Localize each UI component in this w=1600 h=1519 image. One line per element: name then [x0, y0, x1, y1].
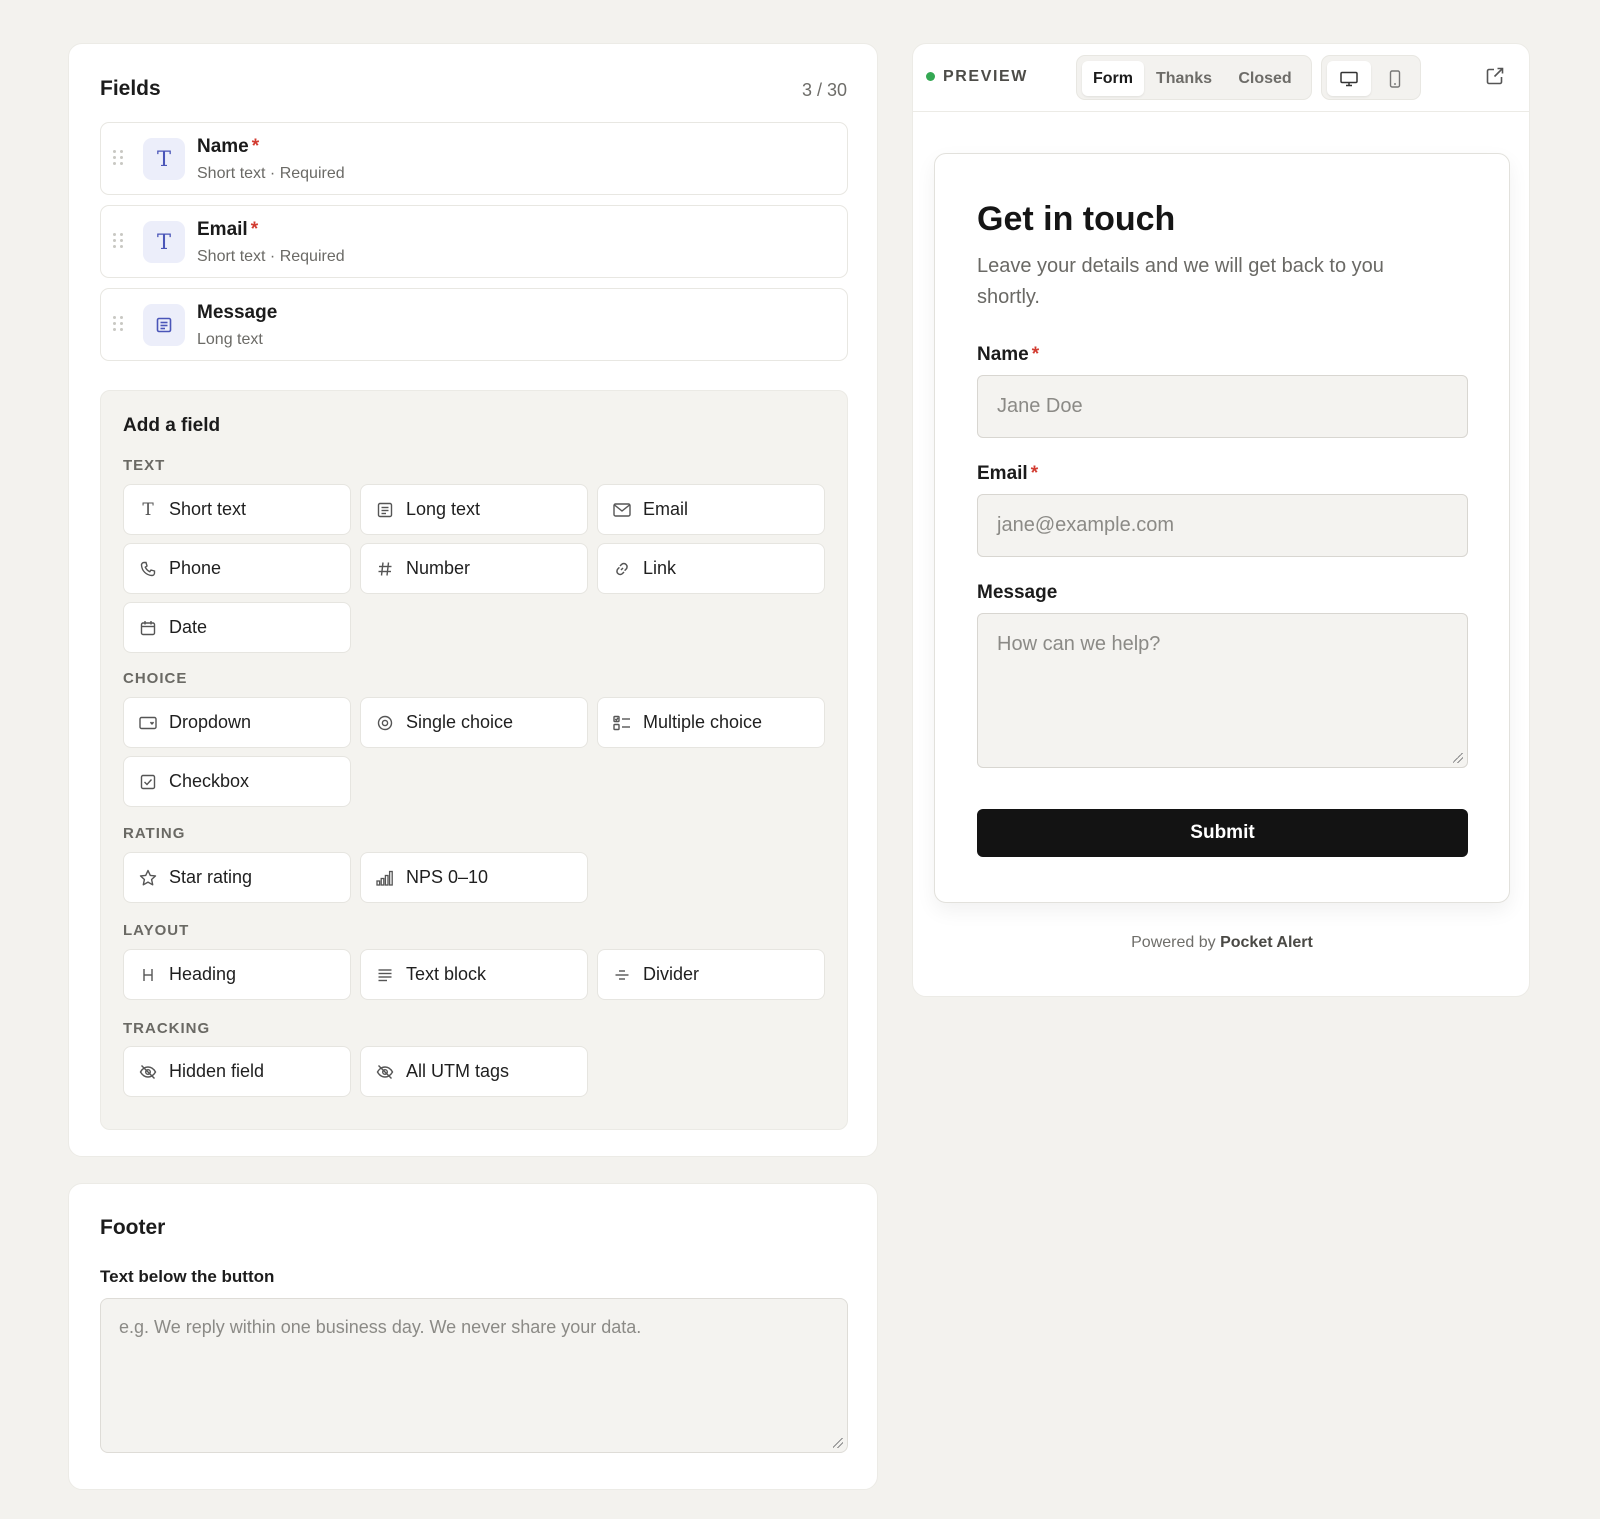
add-long-text-button[interactable]: Long text [360, 484, 588, 535]
drag-handle-icon[interactable] [113, 150, 123, 166]
resize-handle-icon[interactable] [833, 1438, 843, 1448]
field-row-name[interactable]: T Name * Short text · Required [100, 122, 848, 195]
star-icon [138, 868, 158, 888]
email-input[interactable]: jane@example.com [977, 494, 1468, 557]
group-label-rating: RATING [123, 825, 186, 842]
calendar-icon [138, 618, 158, 638]
add-star-rating-button[interactable]: Star rating [123, 852, 351, 903]
form-title: Get in touch [977, 200, 1176, 238]
add-divider-button[interactable]: Divider [597, 949, 825, 1000]
required-mark: * [1030, 463, 1039, 484]
field-subtitle: Short text · Required [197, 165, 345, 182]
desktop-icon [1340, 71, 1358, 86]
field-row-email[interactable]: T Email * Short text · Required [100, 205, 848, 278]
fields-title: Fields [100, 77, 161, 100]
footer-text-placeholder: e.g. We reply within one business day. W… [119, 1317, 642, 1337]
name-label: Name * [977, 344, 1040, 365]
checkbox-icon [138, 772, 158, 792]
mail-icon [612, 500, 632, 520]
text-type-icon: T [142, 499, 154, 520]
preview-tabs: Form Thanks Closed [1076, 55, 1312, 100]
text-block-icon [375, 965, 395, 985]
add-utm-tags-button[interactable]: All UTM tags [360, 1046, 588, 1097]
group-label-text: TEXT [123, 457, 166, 474]
eye-off-icon [375, 1062, 395, 1082]
device-toggle [1321, 55, 1421, 100]
field-subtitle: Short text · Required [197, 248, 345, 265]
preview-label: PREVIEW [943, 68, 1028, 85]
preview-toolbar: PREVIEW Form Thanks Closed [913, 44, 1529, 112]
text-type-icon: T [143, 138, 185, 180]
email-label: Email * [977, 463, 1039, 484]
field-subtitle: Long text [197, 331, 263, 348]
tab-closed[interactable]: Closed [1225, 61, 1305, 96]
add-email-button[interactable]: Email [597, 484, 825, 535]
mobile-view-button[interactable] [1373, 61, 1417, 96]
preview-card: PREVIEW Form Thanks Closed Get in touch … [912, 43, 1530, 997]
field-name: Email * [197, 219, 259, 240]
add-single-choice-button[interactable]: Single choice [360, 697, 588, 748]
group-label-layout: LAYOUT [123, 922, 190, 939]
add-link-button[interactable]: Link [597, 543, 825, 594]
add-date-button[interactable]: Date [123, 602, 351, 653]
live-status-dot [926, 72, 935, 81]
message-label: Message [977, 582, 1058, 603]
name-input[interactable]: Jane Doe [977, 375, 1468, 438]
add-checkbox-button[interactable]: Checkbox [123, 756, 351, 807]
dropdown-icon [138, 713, 158, 733]
add-field-title: Add a field [123, 415, 221, 436]
long-text-icon [375, 500, 395, 520]
add-hidden-field-button[interactable]: Hidden field [123, 1046, 351, 1097]
form-preview: Get in touch Leave your details and we w… [934, 153, 1510, 903]
message-input[interactable]: How can we help? [977, 613, 1468, 768]
tab-thanks[interactable]: Thanks [1147, 61, 1221, 96]
eye-off-icon [138, 1062, 158, 1082]
footer-text-label: Text below the button [100, 1267, 275, 1286]
field-row-message[interactable]: Message Long text [100, 288, 848, 361]
required-mark: * [251, 136, 260, 157]
add-heading-button[interactable]: Heading [123, 949, 351, 1000]
add-field-panel: Add a field TEXT T Short text Long text … [100, 390, 848, 1130]
form-description: Leave your details and we will get back … [977, 255, 1384, 308]
required-mark: * [250, 219, 259, 240]
footer-title: Footer [100, 1216, 166, 1239]
field-name: Name * [197, 136, 260, 157]
drag-handle-icon[interactable] [113, 316, 123, 332]
add-nps-button[interactable]: NPS 0–10 [360, 852, 588, 903]
powered-by: Powered by Pocket Alert [1131, 934, 1313, 951]
link-icon [612, 559, 632, 579]
open-external-icon[interactable] [1485, 66, 1507, 88]
submit-button[interactable]: Submit [977, 809, 1468, 857]
long-text-icon [143, 304, 185, 346]
fields-count: 3 / 30 [801, 80, 847, 100]
drag-handle-icon[interactable] [113, 233, 123, 249]
heading-icon [138, 965, 158, 985]
tab-form[interactable]: Form [1082, 61, 1144, 96]
hash-icon [375, 559, 395, 579]
field-name: Message [197, 302, 278, 323]
add-phone-button[interactable]: Phone [123, 543, 351, 594]
add-number-button[interactable]: Number [360, 543, 588, 594]
add-text-block-button[interactable]: Text block [360, 949, 588, 1000]
phone-icon [138, 559, 158, 579]
radio-icon [375, 713, 395, 733]
add-short-text-button[interactable]: T Short text [123, 484, 351, 535]
footer-text-input[interactable]: e.g. We reply within one business day. W… [100, 1298, 848, 1453]
fields-card: Fields 3 / 30 T Name * Short text · Requi… [68, 43, 878, 1157]
add-dropdown-button[interactable]: Dropdown [123, 697, 351, 748]
text-type-icon: T [143, 221, 185, 263]
group-label-tracking: TRACKING [123, 1020, 211, 1037]
group-label-choice: CHOICE [123, 670, 188, 687]
multi-choice-icon [612, 713, 632, 733]
mobile-icon [1389, 69, 1401, 88]
required-mark: * [1031, 344, 1040, 365]
desktop-view-button[interactable] [1327, 61, 1371, 96]
signal-bars-icon [375, 868, 395, 888]
add-multiple-choice-button[interactable]: Multiple choice [597, 697, 825, 748]
divider-icon [612, 965, 632, 985]
resize-handle-icon[interactable] [1453, 753, 1463, 763]
footer-card: Footer Text below the button e.g. We rep… [68, 1183, 878, 1490]
brand-name[interactable]: Pocket Alert [1220, 934, 1313, 951]
